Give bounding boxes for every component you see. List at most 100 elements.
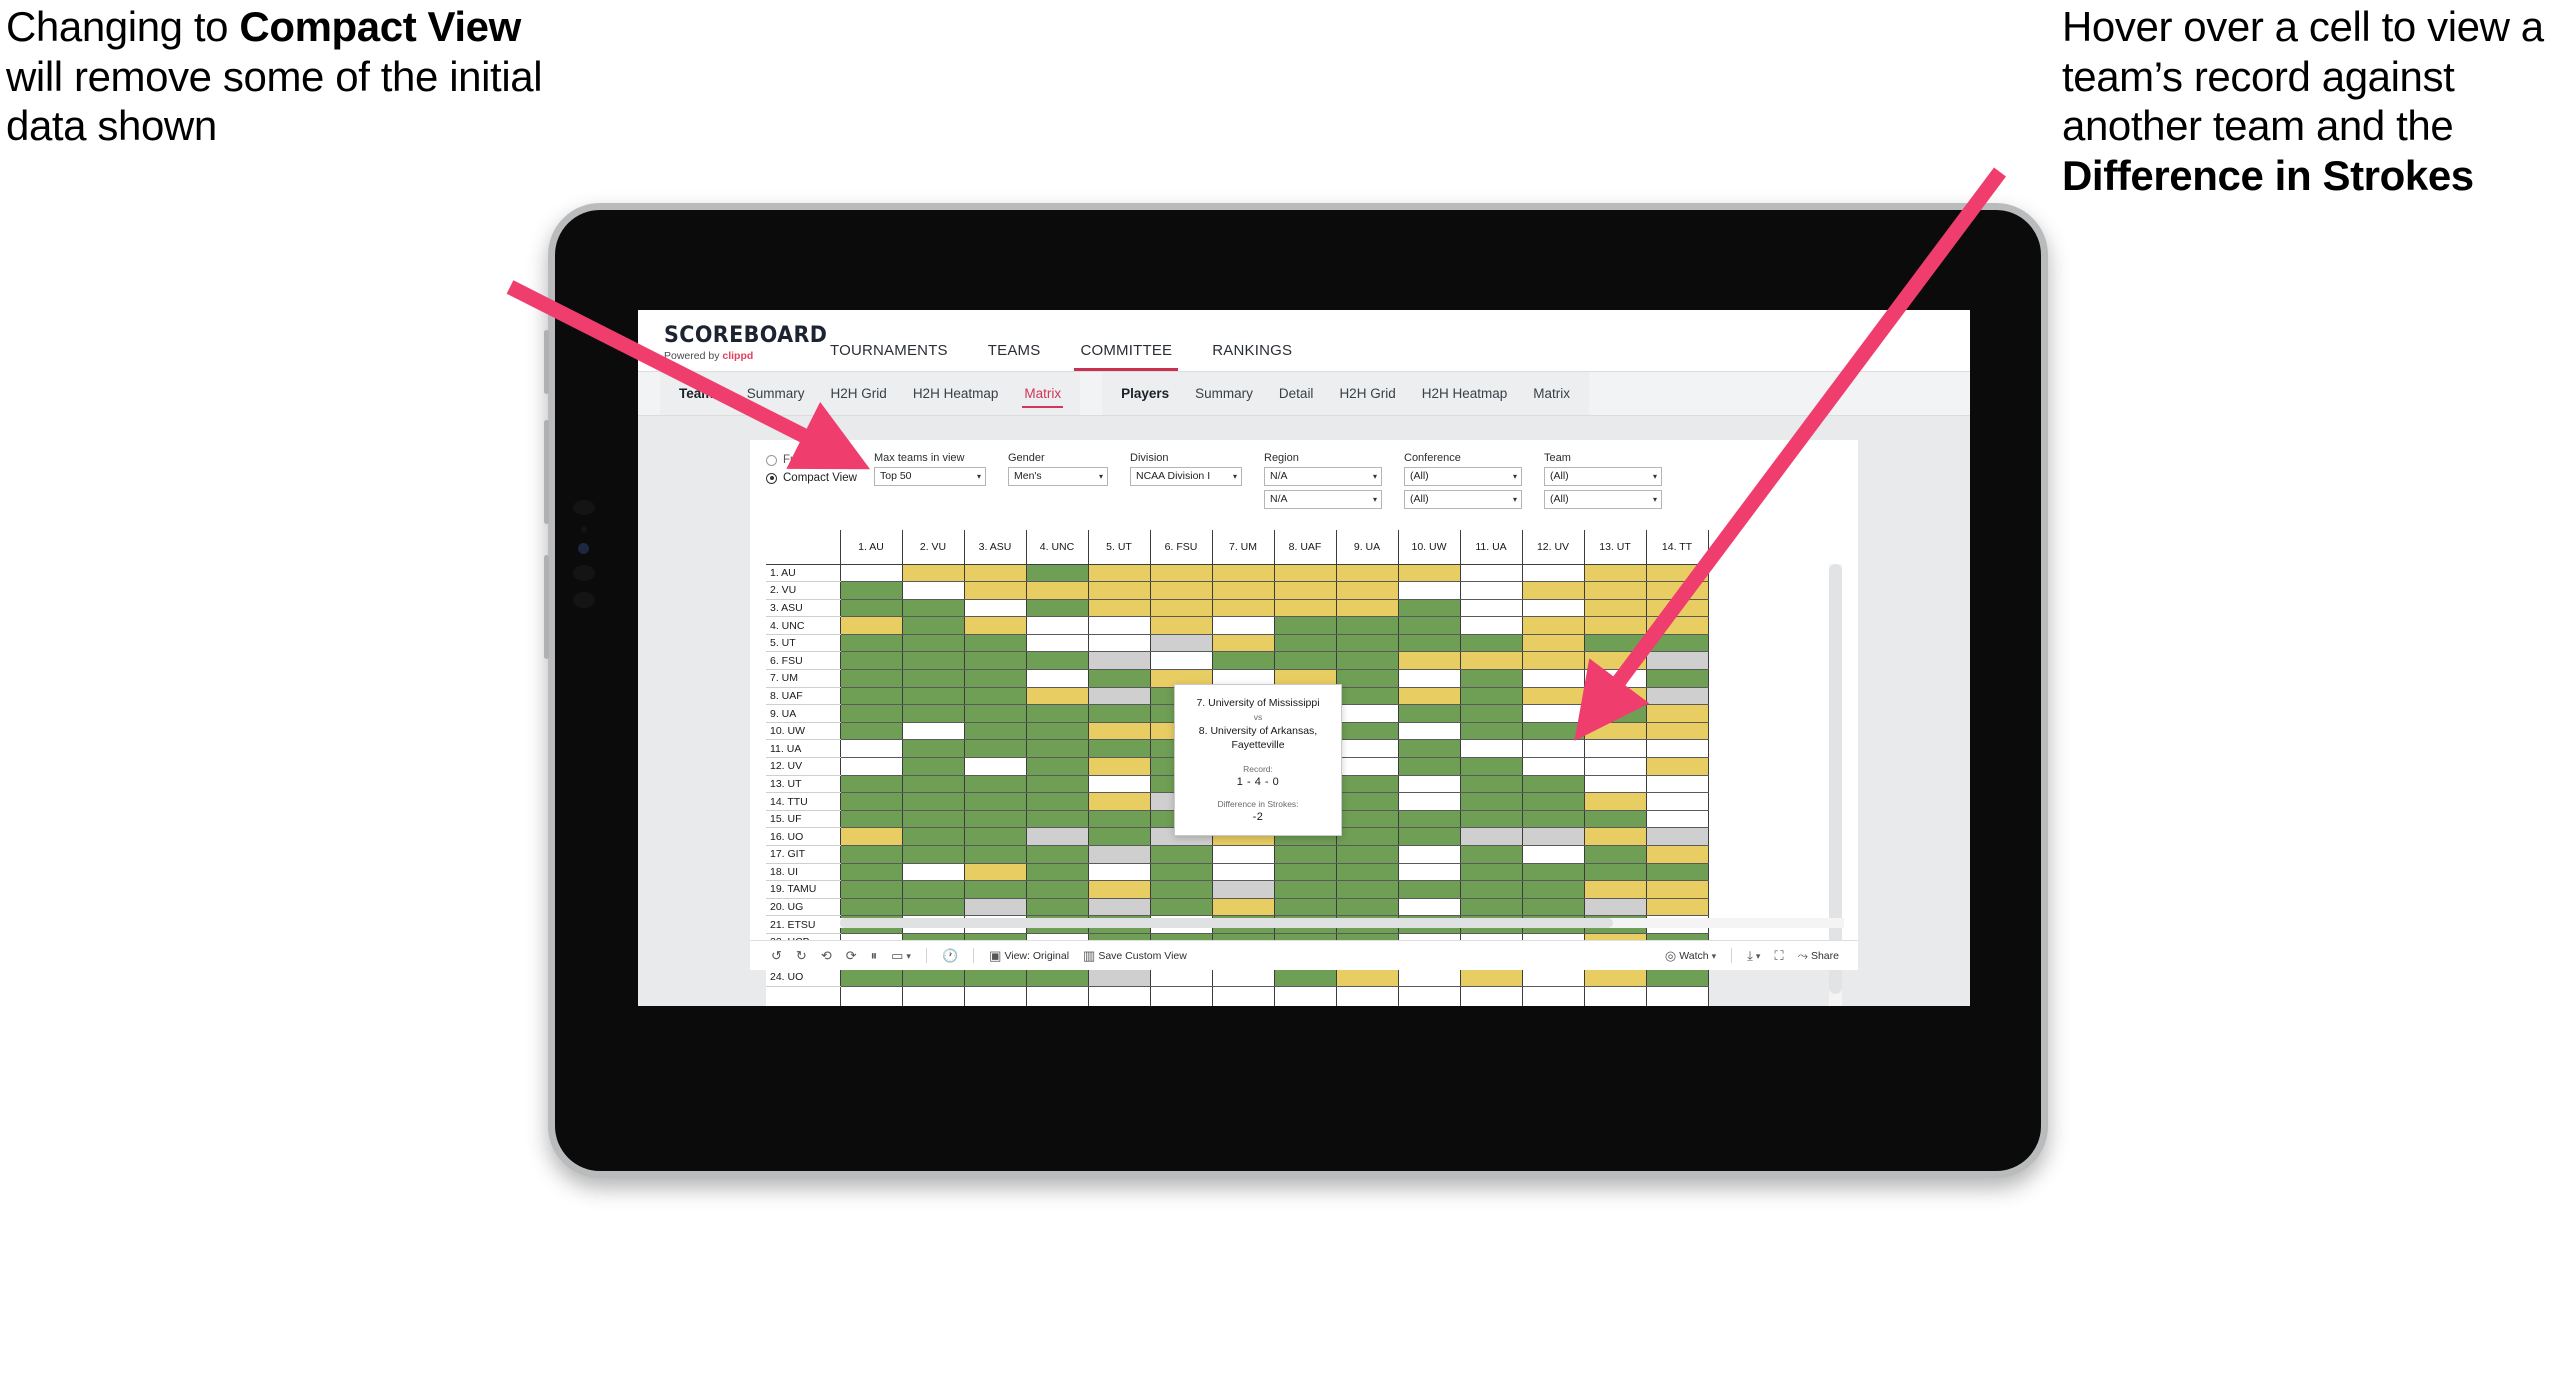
matrix-cell[interactable] (1274, 634, 1337, 653)
matrix-cell[interactable] (1460, 616, 1523, 635)
matrix-cell[interactable] (1088, 880, 1151, 899)
matrix-cell[interactable] (1088, 687, 1151, 706)
matrix-cell[interactable] (1398, 968, 1461, 987)
matrix-cell[interactable] (1336, 810, 1399, 829)
matrix-cell[interactable] (1522, 827, 1585, 846)
matrix-cell[interactable] (1646, 810, 1709, 829)
matrix-row-header[interactable]: 18. UI (766, 863, 841, 882)
matrix-cell[interactable] (1522, 775, 1585, 794)
matrix-cell[interactable] (1336, 687, 1399, 706)
subnav-players-detail[interactable]: Detail (1266, 372, 1327, 416)
matrix-cell[interactable] (964, 898, 1027, 917)
matrix-cell[interactable] (1460, 687, 1523, 706)
matrix-row-header[interactable]: 5. UT (766, 634, 841, 653)
matrix-cell[interactable] (1460, 739, 1523, 759)
matrix-row-header[interactable]: 10. UW (766, 722, 841, 741)
matrix-cell[interactable] (964, 669, 1027, 688)
filter-conference-select-1[interactable]: (All) (1404, 467, 1522, 486)
matrix-cell[interactable] (1584, 599, 1647, 618)
nav-item-teams[interactable]: TEAMS (968, 342, 1061, 371)
matrix-vertical-scroll-thumb[interactable] (1829, 564, 1842, 994)
matrix-cell[interactable] (1088, 634, 1151, 653)
matrix-cell[interactable] (1584, 792, 1647, 811)
subnav-teams-h2h-heatmap[interactable]: H2H Heatmap (900, 372, 1012, 416)
matrix-col-header[interactable]: 5. UT (1088, 530, 1151, 565)
matrix-cell[interactable] (1026, 687, 1089, 706)
matrix-cell[interactable] (839, 704, 903, 723)
matrix-cell[interactable] (1460, 581, 1523, 600)
matrix-cell[interactable] (1398, 898, 1461, 917)
matrix-cell[interactable] (964, 616, 1027, 635)
matrix-cell[interactable] (1336, 775, 1399, 794)
matrix-cell[interactable] (1088, 581, 1151, 600)
filter-conference-select-2[interactable]: (All) (1404, 490, 1522, 509)
view-original-button[interactable]: ▣ View: Original (982, 941, 1076, 971)
matrix-cell[interactable] (1088, 669, 1151, 688)
matrix-cell[interactable] (1150, 581, 1213, 600)
matrix-cell[interactable] (839, 757, 903, 776)
matrix-cell[interactable] (1026, 739, 1089, 759)
matrix-cell[interactable] (839, 968, 903, 987)
matrix-cell[interactable] (1584, 564, 1647, 583)
download-icon[interactable]: ⤓ ▾ (1740, 941, 1767, 971)
matrix-row-header[interactable]: 11. UA (766, 739, 841, 759)
matrix-cell[interactable] (1336, 880, 1399, 899)
matrix-cell[interactable] (964, 581, 1027, 600)
matrix-cell[interactable] (1522, 704, 1585, 723)
matrix-cell[interactable] (1584, 739, 1647, 759)
matrix-cell[interactable] (1088, 863, 1151, 882)
matrix-cell[interactable] (1646, 704, 1709, 723)
refresh-icon[interactable]: ⟳ (839, 941, 864, 971)
matrix-cell[interactable] (1398, 581, 1461, 600)
matrix-cell[interactable] (1646, 863, 1709, 882)
matrix-cell[interactable] (1522, 968, 1585, 987)
matrix-cell[interactable] (1646, 687, 1709, 706)
matrix-cell[interactable] (902, 634, 965, 653)
matrix-cell[interactable] (902, 581, 965, 600)
matrix-cell[interactable] (964, 599, 1027, 618)
matrix-cell[interactable] (1026, 564, 1089, 583)
matrix-cell[interactable] (1336, 792, 1399, 811)
matrix-cell[interactable] (839, 599, 903, 618)
matrix-cell[interactable] (902, 651, 965, 671)
matrix-cell[interactable] (1274, 616, 1337, 635)
matrix-cell[interactable] (1398, 599, 1461, 618)
matrix-cell[interactable] (839, 581, 903, 600)
matrix-cell[interactable] (1584, 863, 1647, 882)
matrix-cell[interactable] (1584, 880, 1647, 899)
matrix-cell[interactable] (1026, 827, 1089, 846)
matrix-cell[interactable] (1646, 898, 1709, 917)
matrix-cell[interactable] (1398, 810, 1461, 829)
matrix-cell[interactable] (1026, 599, 1089, 618)
pause-icon[interactable]: ⏸ (864, 941, 885, 971)
matrix-cell[interactable] (1398, 669, 1461, 688)
matrix-cell[interactable] (1274, 863, 1337, 882)
matrix-cell[interactable] (1460, 669, 1523, 688)
matrix-cell[interactable] (1398, 880, 1461, 899)
matrix-cell[interactable] (1026, 581, 1089, 600)
matrix-cell[interactable] (964, 757, 1027, 776)
matrix-row-header[interactable]: 24. UO (766, 968, 841, 987)
matrix-cell[interactable] (964, 704, 1027, 723)
matrix-cell[interactable] (1584, 651, 1647, 671)
matrix-cell[interactable] (1336, 634, 1399, 653)
matrix-cell[interactable] (1150, 880, 1213, 899)
matrix-col-header[interactable]: 9. UA (1336, 530, 1399, 565)
matrix-cell[interactable] (964, 968, 1027, 987)
matrix-cell[interactable] (902, 757, 965, 776)
matrix-cell[interactable] (1026, 775, 1089, 794)
matrix-cell[interactable] (1088, 775, 1151, 794)
matrix-col-header[interactable]: 10. UW (1398, 530, 1461, 565)
matrix-cell[interactable] (1212, 651, 1275, 671)
matrix-cell[interactable] (1026, 880, 1089, 899)
nav-item-tournaments[interactable]: TOURNAMENTS (810, 342, 968, 371)
matrix-cell[interactable] (1336, 845, 1399, 864)
matrix-cell[interactable] (1584, 669, 1647, 688)
matrix-col-header[interactable]: 14. TT (1646, 530, 1709, 565)
matrix-cell[interactable] (839, 880, 903, 899)
matrix-cell[interactable] (1460, 880, 1523, 899)
matrix-cell[interactable] (1398, 775, 1461, 794)
filter-team-select-1[interactable]: (All) (1544, 467, 1662, 486)
matrix-horizontal-scroll-thumb[interactable] (840, 918, 1614, 928)
matrix-cell[interactable] (1646, 739, 1709, 759)
